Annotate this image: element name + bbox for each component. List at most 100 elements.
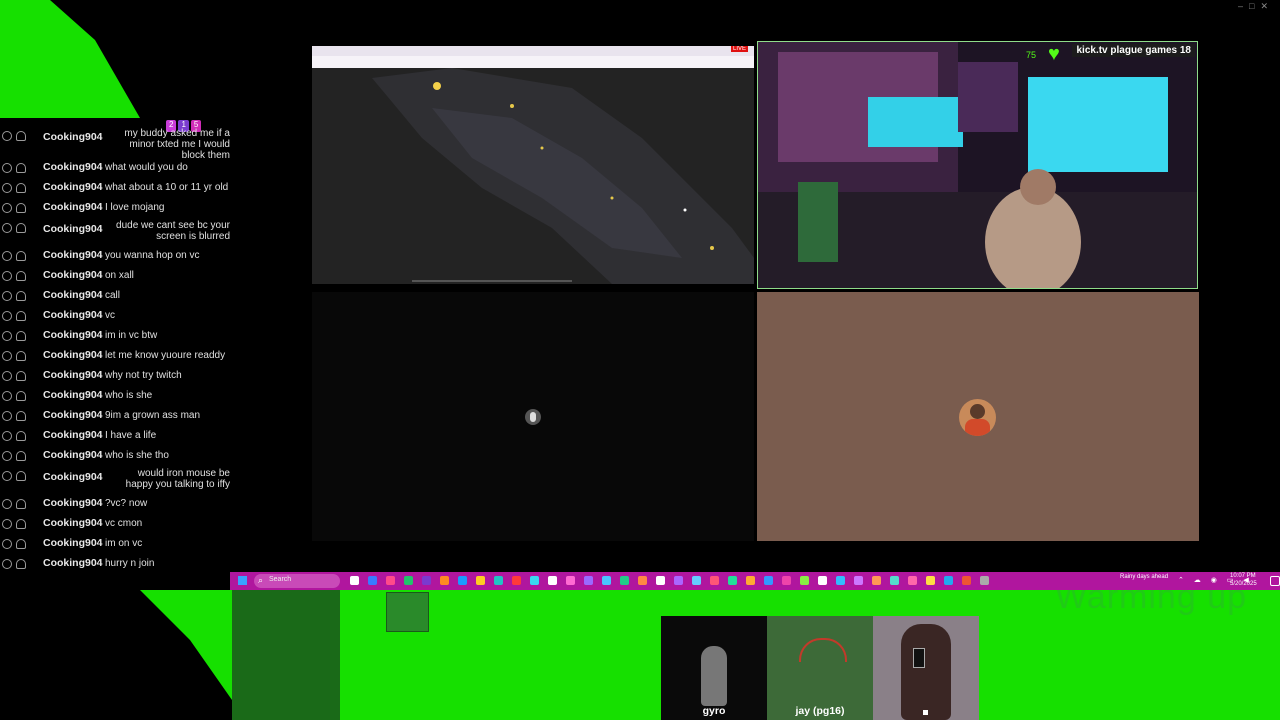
scrollbar[interactable] <box>412 280 572 282</box>
taskbar-app-icon[interactable] <box>674 576 683 585</box>
taskbar-app-icon[interactable] <box>476 576 485 585</box>
chat-message[interactable]: Cooking904 on xall <box>0 268 232 282</box>
chat-username[interactable]: Cooking904 <box>43 270 103 281</box>
start-icon[interactable] <box>238 576 247 585</box>
taskbar-app-icon[interactable] <box>944 576 953 585</box>
chat-message[interactable]: Cooking904 who is she tho <box>0 448 232 462</box>
minimize-icon[interactable]: – <box>1238 1 1249 11</box>
chat-message[interactable]: Cooking904 what about a 10 or 11 yr old <box>0 180 232 194</box>
chat-message[interactable]: Cooking904 my buddy asked me if a minor t… <box>0 128 232 161</box>
badge-icon <box>2 223 12 233</box>
taskbar-app-icon[interactable] <box>890 576 899 585</box>
taskbar-app-icon[interactable] <box>692 576 701 585</box>
chat-message[interactable]: Cooking904 vc cmon <box>0 516 232 530</box>
chat-username[interactable]: Cooking904 <box>43 250 103 261</box>
chat-message[interactable]: Cooking904 im on vc <box>0 536 232 550</box>
chat-username[interactable]: Cooking904 <box>43 472 103 483</box>
chat-username[interactable]: Cooking904 <box>43 430 103 441</box>
taskbar-app-icon[interactable] <box>728 576 737 585</box>
chat-message[interactable]: Cooking904 im in vc btw <box>0 328 232 342</box>
taskbar-app-icon[interactable] <box>764 576 773 585</box>
chat-username[interactable]: Cooking904 <box>43 518 103 529</box>
clock-time[interactable]: 10:07 PM <box>1230 573 1256 579</box>
taskbar-app-icon[interactable] <box>638 576 647 585</box>
chat-username[interactable]: Cooking904 <box>43 290 103 301</box>
chat-username[interactable]: Cooking904 <box>43 498 103 509</box>
taskbar-app-icon[interactable] <box>566 576 575 585</box>
chat-message[interactable]: Cooking904 vc <box>0 308 232 322</box>
taskbar-app-icon[interactable] <box>962 576 971 585</box>
chat-username[interactable]: Cooking904 <box>43 182 103 193</box>
chat-message[interactable]: Cooking904 let me know yuoure readdy <box>0 348 232 362</box>
maximize-icon[interactable]: □ <box>1249 1 1260 11</box>
cam-tile-third[interactable] <box>873 616 979 720</box>
taskbar-app-icon[interactable] <box>656 576 665 585</box>
chat-username[interactable]: Cooking904 <box>43 132 103 143</box>
search-box[interactable]: ⌕ Search <box>254 574 340 588</box>
taskbar-app-icon[interactable] <box>800 576 809 585</box>
chat-username[interactable]: Cooking904 <box>43 410 103 421</box>
taskbar-app-icon[interactable] <box>584 576 593 585</box>
taskbar-app-icon[interactable] <box>458 576 467 585</box>
taskbar-app-icon[interactable] <box>854 576 863 585</box>
taskbar-app-icon[interactable] <box>602 576 611 585</box>
taskbar-app-icon[interactable] <box>422 576 431 585</box>
chat-username[interactable]: Cooking904 <box>43 310 103 321</box>
taskbar-app-icon[interactable] <box>710 576 719 585</box>
taskbar-app-icon[interactable] <box>980 576 989 585</box>
chat-message[interactable]: Cooking904 what would you do <box>0 160 232 174</box>
user-icon <box>16 519 26 529</box>
chat-message[interactable]: Cooking904 hurry n join <box>0 556 232 570</box>
chat-message[interactable]: Cooking904 ?vc? now <box>0 496 232 510</box>
taskbar-app-icon[interactable] <box>782 576 791 585</box>
participant-pane-profile[interactable] <box>757 292 1199 541</box>
chat-username[interactable]: Cooking904 <box>43 162 103 173</box>
taskbar-app-icon[interactable] <box>368 576 377 585</box>
chat-message[interactable]: Cooking904 9im a grown ass man <box>0 408 232 422</box>
taskbar-app-icon[interactable] <box>908 576 917 585</box>
taskbar-app-icon[interactable] <box>386 576 395 585</box>
taskbar-app-icon[interactable] <box>548 576 557 585</box>
chat-message[interactable]: Cooking904 I have a life <box>0 428 232 442</box>
chat-message[interactable]: Cooking904 why not try twitch <box>0 368 232 382</box>
taskbar-app-icon[interactable] <box>926 576 935 585</box>
taskbar-app-icon[interactable] <box>350 576 359 585</box>
notification-icon[interactable] <box>1270 576 1280 586</box>
chat-username[interactable]: Cooking904 <box>43 224 103 235</box>
chat-message[interactable]: Cooking904 call <box>0 288 232 302</box>
weather-text[interactable]: Rainy days ahead <box>1120 574 1168 580</box>
chat-username[interactable]: Cooking904 <box>43 390 103 401</box>
map-view[interactable] <box>312 68 754 284</box>
cam-tile-gyro[interactable]: gyro <box>661 616 767 720</box>
taskbar-app-icon[interactable] <box>836 576 845 585</box>
chat-username[interactable]: Cooking904 <box>43 330 103 341</box>
taskbar-app-icon[interactable] <box>818 576 827 585</box>
taskbar-app-icon[interactable] <box>512 576 521 585</box>
chat-username[interactable]: Cooking904 <box>43 202 103 213</box>
cam-phone <box>913 648 925 668</box>
taskbar-app-icon[interactable] <box>620 576 629 585</box>
taskbar-app-icon[interactable] <box>746 576 755 585</box>
chat-message[interactable]: Cooking904 who is she <box>0 388 232 402</box>
close-icon[interactable]: ✕ <box>1260 1 1274 11</box>
chat-message[interactable]: Cooking904 I love mojang <box>0 200 232 214</box>
chat-username[interactable]: Cooking904 <box>43 538 103 549</box>
chat-username[interactable]: Cooking904 <box>43 558 103 569</box>
chat-message[interactable]: Cooking904 would iron mouse be happy you … <box>0 468 232 492</box>
chat-username[interactable]: Cooking904 <box>43 450 103 461</box>
chat-text: what would you do <box>105 162 188 173</box>
clock-date[interactable]: 5/20/2025 <box>1230 581 1257 587</box>
taskbar-app-icon[interactable] <box>530 576 539 585</box>
chat-message[interactable]: Cooking904 dude we cant see bc your scree… <box>0 220 232 244</box>
chat-message[interactable]: Cooking904 you wanna hop on vc <box>0 248 232 262</box>
participant-pane-dark[interactable] <box>312 292 754 541</box>
taskbar-app-icon[interactable] <box>494 576 503 585</box>
chat-text: vc cmon <box>105 518 143 529</box>
chat-text: im in vc btw <box>105 330 158 341</box>
taskbar-app-icon[interactable] <box>872 576 881 585</box>
taskbar-app-icon[interactable] <box>440 576 449 585</box>
chat-username[interactable]: Cooking904 <box>43 350 103 361</box>
chat-username[interactable]: Cooking904 <box>43 370 103 381</box>
taskbar-app-icon[interactable] <box>404 576 413 585</box>
cam-tile-jay[interactable]: jay (pg16) <box>767 616 873 720</box>
